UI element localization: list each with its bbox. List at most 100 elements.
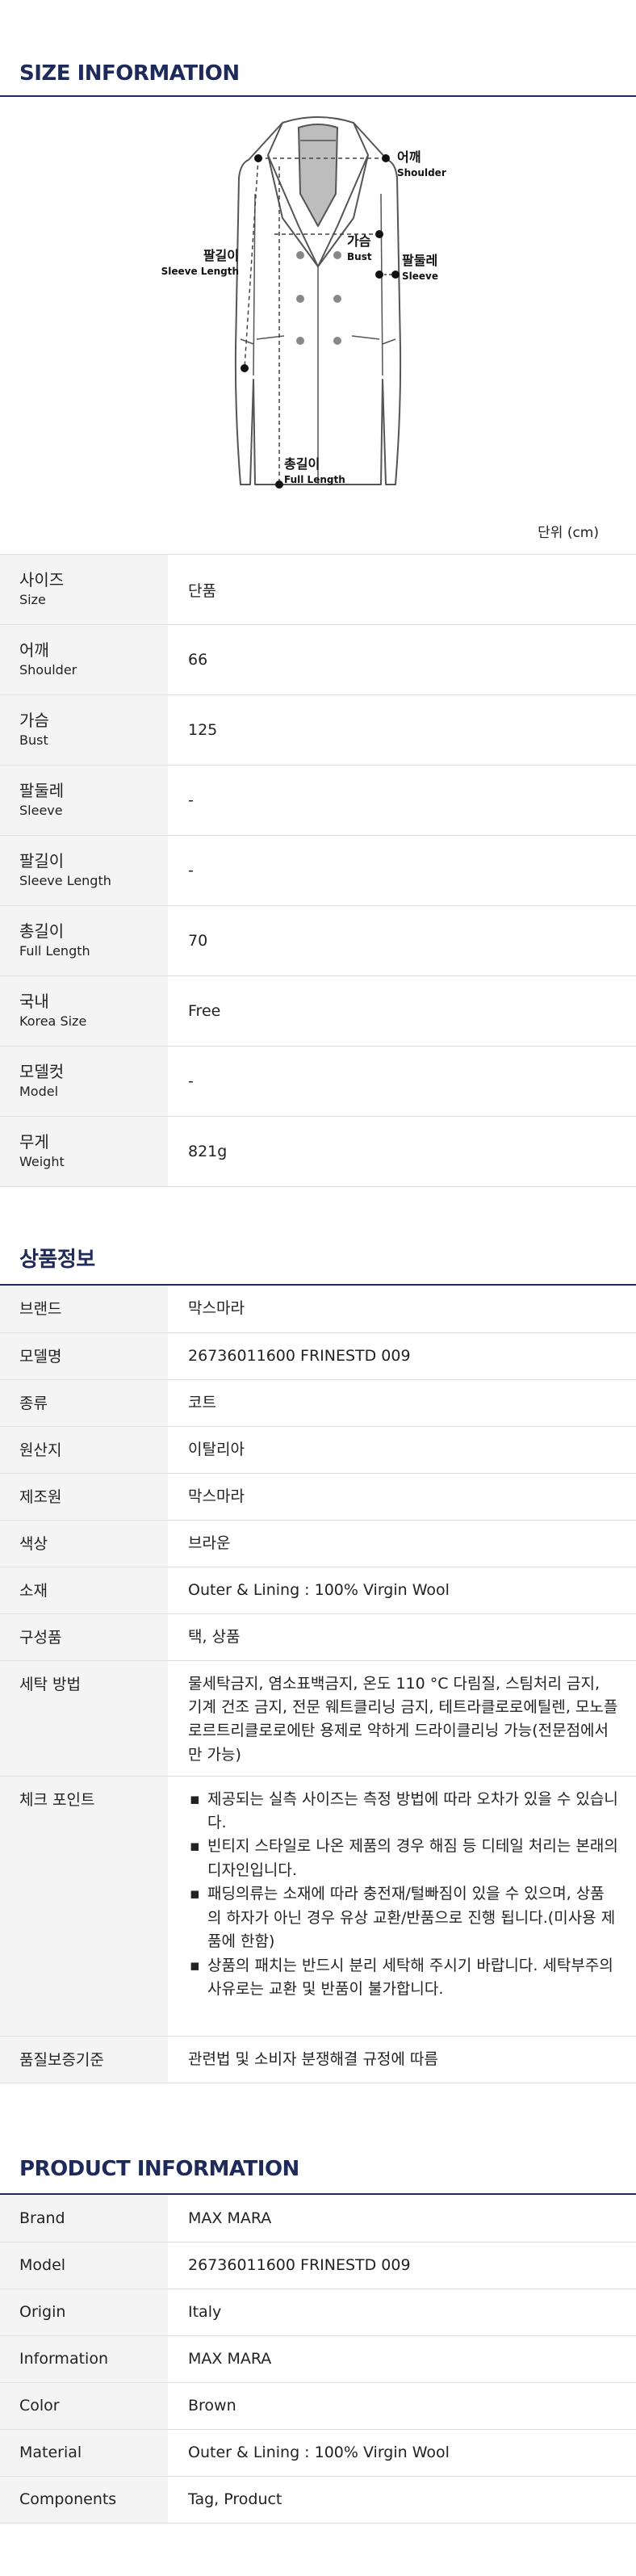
product-value: Brown bbox=[168, 2382, 636, 2430]
table-row: 팔둘레 Sleeve - bbox=[0, 765, 636, 836]
shoulder-point-left bbox=[254, 154, 262, 162]
product-key: Material bbox=[0, 2429, 168, 2477]
size-value: 단품 bbox=[168, 554, 636, 625]
product-value: Outer & Lining : 100% Virgin Wool bbox=[168, 2429, 636, 2477]
table-row: 색상 브라운 bbox=[0, 1520, 636, 1567]
table-row: 팔길이 Sleeve Length - bbox=[0, 835, 636, 906]
size-value: 66 bbox=[168, 624, 636, 695]
info-key: 구성품 bbox=[0, 1613, 168, 1661]
info-key: 품질보증기준 bbox=[0, 2036, 168, 2083]
product-key: Model bbox=[0, 2242, 168, 2289]
table-row: Color Brown bbox=[0, 2382, 636, 2430]
bust-label-en: Bust bbox=[347, 251, 372, 262]
size-table: 사이즈 Size 단품 어깨 Shoulder 66 가슴 Bust 125 팔둘레 S… bbox=[0, 554, 636, 1187]
coat-button bbox=[296, 337, 304, 345]
size-key-en: Sleeve Length bbox=[19, 873, 111, 889]
info-value: 관련법 및 소비자 분쟁해결 규정에 따름 bbox=[168, 2036, 636, 2083]
unit-label: 단위 (cm) bbox=[538, 525, 599, 541]
product-detail-page: SIZE INFORMATION 어깨 Shoulder 가슴 Bust 팔둘레… bbox=[0, 0, 636, 2576]
table-row: 구성품 택, 상품 bbox=[0, 1613, 636, 1661]
table-row: 어깨 Shoulder 66 bbox=[0, 624, 636, 695]
table-row: Model 26736011600 FRINESTD 009 bbox=[0, 2242, 636, 2289]
info-value: 막스마라 bbox=[168, 1286, 636, 1333]
size-value: 70 bbox=[168, 905, 636, 976]
table-row: Material Outer & Lining : 100% Virgin Wo… bbox=[0, 2429, 636, 2477]
table-row: 모델컷 Model - bbox=[0, 1046, 636, 1117]
washing-instructions: 물세탁금지, 염소표백금지, 온도 110 °C 다림질, 스팀처리 금지, 기… bbox=[168, 1660, 636, 1777]
product-key: Information bbox=[0, 2335, 168, 2383]
table-row: 국내 Korea Size Free bbox=[0, 975, 636, 1047]
table-row: 체크 포인트 제공되는 실측 사이즈는 측정 방법에 따라 오차가 있을 수 있… bbox=[0, 1776, 636, 2037]
table-row: 원산지 이탈리아 bbox=[0, 1426, 636, 1474]
product-info-en-table: Brand MAX MARA Model 26736011600 FRINEST… bbox=[0, 2195, 636, 2524]
info-value: Outer & Lining : 100% Virgin Wool bbox=[168, 1567, 636, 1614]
size-key-ko: 모델컷 bbox=[19, 1062, 65, 1082]
size-key-ko: 국내 bbox=[19, 992, 49, 1012]
info-value: 택, 상품 bbox=[168, 1613, 636, 1661]
info-key: 제조원 bbox=[0, 1473, 168, 1521]
table-row: Components Tag, Product bbox=[0, 2476, 636, 2524]
bust-label-ko: 가슴 bbox=[347, 233, 371, 249]
table-row: 브랜드 막스마라 bbox=[0, 1286, 636, 1333]
table-row: 소재 Outer & Lining : 100% Virgin Wool bbox=[0, 1567, 636, 1614]
product-value: Tag, Product bbox=[168, 2476, 636, 2524]
sleeve-label-en: Sleeve bbox=[402, 271, 438, 282]
size-key-en: Korea Size bbox=[19, 1013, 87, 1030]
info-key: 소재 bbox=[0, 1567, 168, 1614]
check-point-item: 상품의 패치는 반드시 분리 세탁해 주시기 바랍니다. 세탁부주의 사유로는 … bbox=[188, 1954, 618, 2002]
table-row: 총길이 Full Length 70 bbox=[0, 905, 636, 976]
sleeve-length-label-en: Sleeve Length bbox=[161, 266, 239, 277]
size-value: 821g bbox=[168, 1116, 636, 1187]
product-value: MAX MARA bbox=[168, 2195, 636, 2242]
product-info-en-title: PRODUCT INFORMATION bbox=[19, 2157, 299, 2181]
product-value: Italy bbox=[168, 2289, 636, 2336]
sleeve-point-right bbox=[391, 271, 400, 279]
full-length-label-ko: 총길이 bbox=[284, 456, 320, 472]
product-key: Color bbox=[0, 2382, 168, 2430]
info-key: 원산지 bbox=[0, 1426, 168, 1474]
sleeve-point-left bbox=[375, 271, 383, 279]
size-info-divider bbox=[0, 95, 636, 97]
info-key: 체크 포인트 bbox=[0, 1776, 168, 2037]
product-value: MAX MARA bbox=[168, 2335, 636, 2383]
coat-illustration bbox=[234, 116, 402, 485]
size-key-ko: 무게 bbox=[19, 1132, 49, 1152]
info-value: 브라운 bbox=[168, 1520, 636, 1567]
full-length-label-en: Full Length bbox=[284, 474, 345, 485]
size-key-ko: 총길이 bbox=[19, 921, 65, 942]
check-point-item: 패딩의류는 소재에 따라 충전재/털빠짐이 있을 수 있으며, 상품의 하자가 … bbox=[188, 1882, 618, 1953]
size-key-en: Weight bbox=[19, 1154, 65, 1170]
check-point-item: 제공되는 실측 사이즈는 측정 방법에 따라 오차가 있을 수 있습니다. bbox=[188, 1788, 618, 1836]
info-key: 세탁 방법 bbox=[0, 1660, 168, 1777]
full-length-point bbox=[275, 480, 283, 489]
sleeve-length-point bbox=[241, 364, 249, 372]
coat-button bbox=[333, 251, 341, 259]
shoulder-point-right bbox=[382, 154, 390, 162]
coat-button bbox=[296, 295, 304, 303]
product-info-ko-title: 상품정보 bbox=[19, 1248, 95, 1272]
size-value: - bbox=[168, 1046, 636, 1117]
table-row: 가슴 Bust 125 bbox=[0, 694, 636, 766]
info-key: 종류 bbox=[0, 1379, 168, 1427]
coat-size-diagram: 어깨 Shoulder 가슴 Bust 팔둘레 Sleeve 팔길이 Sleev… bbox=[161, 116, 446, 489]
table-row: 무게 Weight 821g bbox=[0, 1116, 636, 1187]
table-row: 모델명 26736011600 FRINESTD 009 bbox=[0, 1332, 636, 1380]
size-key-ko: 가슴 bbox=[19, 711, 49, 731]
size-key-ko: 팔둘레 bbox=[19, 781, 65, 801]
size-key-en: Shoulder bbox=[19, 662, 77, 678]
size-key-en: Model bbox=[19, 1084, 59, 1100]
info-key: 브랜드 bbox=[0, 1286, 168, 1333]
size-value: - bbox=[168, 835, 636, 906]
size-key-ko: 어깨 bbox=[19, 640, 49, 661]
product-info-ko-table: 브랜드 막스마라 모델명 26736011600 FRINESTD 009 종류… bbox=[0, 1286, 636, 2083]
table-row: 품질보증기준 관련법 및 소비자 분쟁해결 규정에 따름 bbox=[0, 2036, 636, 2083]
info-value: 막스마라 bbox=[168, 1473, 636, 1521]
info-value: 코트 bbox=[168, 1379, 636, 1427]
info-value: 이탈리아 bbox=[168, 1426, 636, 1474]
bust-point bbox=[375, 230, 383, 238]
coat-button bbox=[296, 251, 304, 259]
product-key: Components bbox=[0, 2476, 168, 2524]
shoulder-label-ko: 어깨 bbox=[397, 149, 421, 165]
coat-button bbox=[333, 295, 341, 303]
info-key: 색상 bbox=[0, 1520, 168, 1567]
